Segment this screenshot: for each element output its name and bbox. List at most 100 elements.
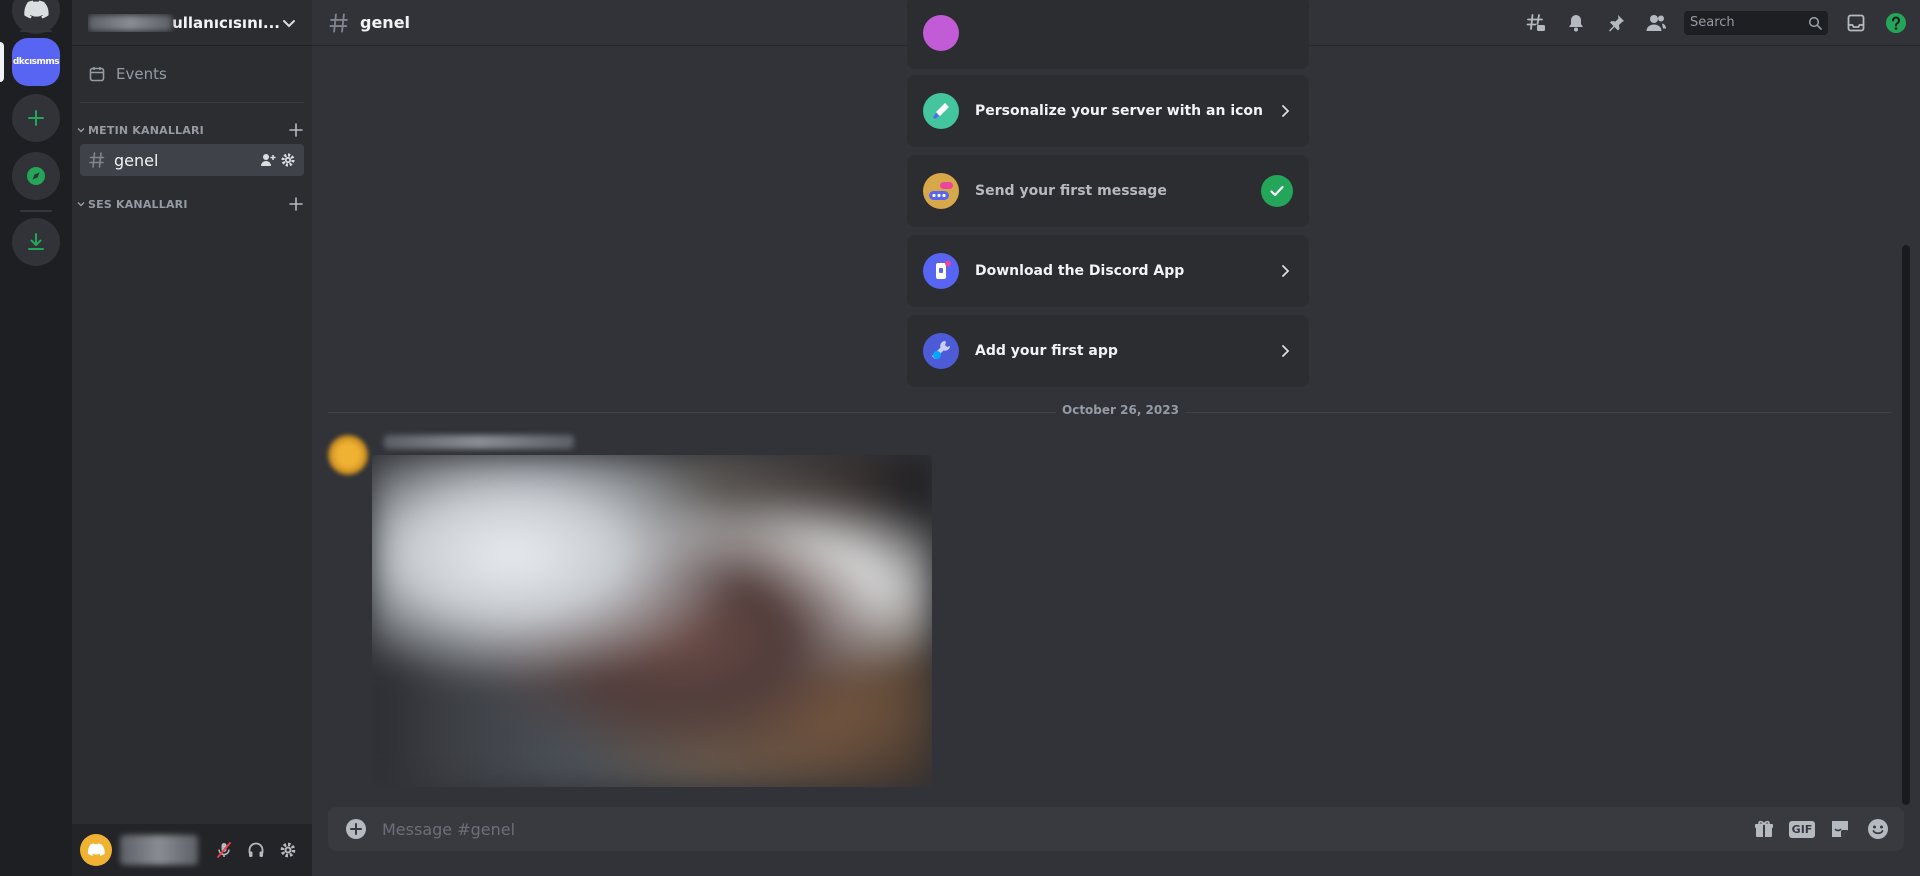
message-author-avatar[interactable] <box>328 435 368 475</box>
gif-button[interactable]: GIF <box>1788 815 1816 843</box>
events-link[interactable]: Events <box>80 58 304 90</box>
inbox-icon <box>1847 14 1865 31</box>
message-image-attachment[interactable] <box>372 455 932 787</box>
gif-label: GIF <box>1788 820 1816 838</box>
sticker-button[interactable] <box>1826 815 1854 843</box>
emoji-icon <box>1868 819 1888 839</box>
help-button[interactable] <box>1884 11 1908 35</box>
channel-sidebar: ullanıcısını... Events METIN KANALLARI g… <box>72 0 312 876</box>
onboarding-card-first-message[interactable]: Send your first message <box>907 155 1309 227</box>
plus-circle-icon <box>346 819 366 839</box>
gear-icon[interactable] <box>280 152 296 168</box>
server-short-name: dkcısmms <box>12 57 60 67</box>
completed-check-icon <box>1261 175 1293 207</box>
pinned-messages-button[interactable] <box>1604 11 1628 35</box>
rail-separator <box>20 30 52 32</box>
search-icon <box>1808 16 1822 30</box>
category-text-channels[interactable]: METIN KANALLARI <box>76 120 304 140</box>
user-panel <box>72 824 312 876</box>
help-icon <box>1886 12 1906 33</box>
paintbrush-icon <box>923 93 959 129</box>
compass-icon <box>27 167 45 185</box>
gear-icon <box>280 842 296 858</box>
chevron-down-icon <box>77 128 85 133</box>
app-wrench-icon <box>923 333 959 369</box>
hashtag-icon <box>329 13 348 32</box>
category-voice-channels[interactable]: SES KANALLARI <box>76 194 304 214</box>
sidebar-divider <box>80 102 304 103</box>
discord-app: dkcısmms ullanıcısını... Events METIN KA… <box>0 0 1920 876</box>
mobile-app-icon <box>923 253 959 289</box>
add-server-button[interactable] <box>12 94 60 142</box>
invite-user-icon[interactable] <box>260 152 276 168</box>
date-divider-label: October 26, 2023 <box>1056 403 1185 417</box>
rail-separator <box>20 210 52 212</box>
chevron-down-icon <box>283 19 295 27</box>
members-icon <box>1646 14 1666 31</box>
chevron-right-icon <box>1282 265 1290 277</box>
pin-icon <box>1609 14 1624 31</box>
redacted-text <box>88 14 173 31</box>
discord-logo-icon <box>24 0 49 19</box>
onboarding-card-server-icon[interactable]: Personalize your server with an icon <box>907 75 1309 147</box>
server-icon-active[interactable]: dkcısmms <box>12 38 60 86</box>
discord-logo-icon <box>87 843 105 856</box>
threads-icon <box>1526 13 1545 31</box>
threads-button[interactable] <box>1524 11 1548 35</box>
onboarding-label: Personalize your server with an icon <box>975 103 1263 119</box>
channel-name: genel <box>114 150 159 170</box>
hashtag-icon <box>89 152 105 168</box>
member-list-button[interactable] <box>1644 11 1668 35</box>
download-icon <box>28 233 44 250</box>
deafen-button[interactable] <box>240 834 272 866</box>
upload-button[interactable] <box>344 817 368 841</box>
inbox-button[interactable] <box>1844 11 1868 35</box>
onboarding-label: Add your first app <box>975 343 1118 359</box>
create-channel-plus-icon[interactable] <box>288 122 304 138</box>
bell-icon <box>1569 14 1583 31</box>
events-label: Events <box>116 65 167 83</box>
onboarding-label: Download the Discord App <box>975 263 1185 279</box>
redacted-username[interactable] <box>120 835 198 865</box>
chevron-right-icon <box>1282 105 1290 117</box>
server-name-text: ullanıcısını... <box>172 13 280 32</box>
server-rail: dkcısmms <box>0 0 72 876</box>
channel-title-text: genel <box>360 13 411 32</box>
explore-servers-button[interactable] <box>12 152 60 200</box>
category-label: METIN KANALLARI <box>88 123 204 137</box>
chevron-down-icon <box>77 202 85 207</box>
chevron-right-icon <box>1282 345 1290 357</box>
download-apps-button[interactable] <box>12 218 60 266</box>
onboarding-label: Send your first message <box>975 183 1167 199</box>
gift-icon <box>1755 820 1773 837</box>
headphones-icon <box>248 842 264 857</box>
server-name: ullanıcısını... <box>88 14 280 32</box>
user-settings-button[interactable] <box>272 834 304 866</box>
search-placeholder: Search <box>1690 15 1735 30</box>
active-server-indicator <box>0 42 4 82</box>
server-header[interactable]: ullanıcısını... <box>72 0 312 46</box>
chat-scrollbar[interactable] <box>1902 245 1910 805</box>
redacted-author-name[interactable] <box>384 435 574 449</box>
notification-settings-button[interactable] <box>1564 11 1588 35</box>
category-label: SES KANALLARI <box>88 197 188 211</box>
discord-home-button[interactable] <box>12 0 60 34</box>
calendar-icon <box>89 67 105 82</box>
search-box[interactable]: Search <box>1684 10 1828 35</box>
emoji-button[interactable] <box>1864 815 1892 843</box>
microphone-muted-icon <box>217 842 231 858</box>
onboarding-card-download-app[interactable]: Download the Discord App <box>907 235 1309 307</box>
onboarding-card-add-app[interactable]: Add your first app <box>907 315 1309 387</box>
chat-area: Personalize your server with an icon Sen… <box>312 0 1920 876</box>
user-avatar[interactable] <box>80 834 112 866</box>
message-composer: GIF <box>328 807 1904 851</box>
gift-button[interactable] <box>1750 815 1778 843</box>
onboarding-card-partial[interactable] <box>907 0 1309 69</box>
create-channel-plus-icon[interactable] <box>288 196 304 212</box>
onboarding-icon <box>923 15 959 51</box>
message-input[interactable] <box>382 819 1740 839</box>
mute-button[interactable] <box>208 834 240 866</box>
channel-item-genel[interactable]: genel <box>80 144 304 176</box>
chat-bubble-icon <box>923 173 959 209</box>
blurred-image <box>372 455 932 787</box>
